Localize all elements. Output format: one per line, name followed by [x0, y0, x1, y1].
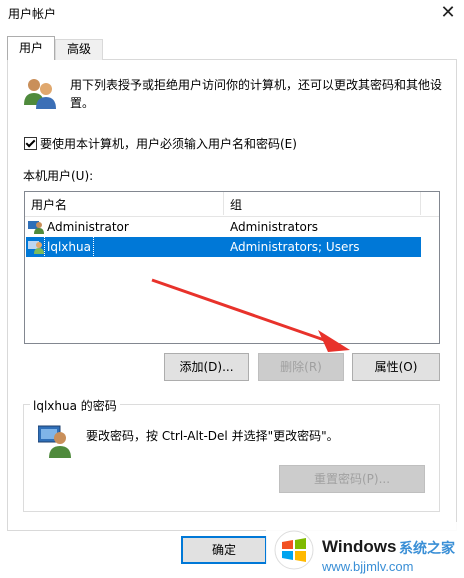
table-row[interactable]: Administrator Administrators — [26, 217, 421, 237]
delete-button[interactable]: 删除(R) — [258, 353, 344, 381]
user-icon — [28, 221, 44, 234]
password-group-title: lqlxhua 的密码 — [30, 397, 120, 414]
users-list[interactable]: 用户名 组 Administrator Administrators lqlxh… — [24, 191, 440, 344]
column-divider[interactable] — [223, 192, 224, 215]
tab-advanced[interactable]: 高级 — [55, 39, 103, 60]
table-row-selected[interactable]: lqlxhua Administrators; Users — [26, 236, 421, 258]
list-header: 用户名 组 — [25, 192, 439, 217]
password-group-box — [23, 404, 440, 512]
close-icon[interactable]: ✕ — [436, 1, 460, 25]
column-divider[interactable] — [420, 192, 421, 215]
add-button[interactable]: 添加(D)... — [164, 353, 249, 381]
watermark: Windows 系统之家 www.bjjmlv.com — [266, 522, 464, 578]
column-header-group[interactable]: 组 — [230, 196, 242, 213]
row-group: Administrators — [230, 220, 319, 234]
row-username: Administrator — [47, 220, 129, 234]
tab-users[interactable]: 用户 — [7, 36, 55, 60]
title-bar: 用户帐户 ✕ — [0, 0, 464, 30]
users-icon — [24, 79, 56, 109]
local-users-label: 本机用户(U): — [23, 169, 94, 183]
user-password-icon — [38, 425, 71, 458]
row-username: lqlxhua — [44, 236, 94, 258]
require-login-checkbox[interactable] — [24, 137, 37, 150]
watermark-site-name: 系统之家 — [399, 541, 455, 557]
watermark-brand: Windows — [322, 537, 397, 556]
ok-button[interactable]: 确定 — [181, 536, 267, 564]
windows-logo-icon — [274, 530, 314, 570]
require-login-label[interactable]: 要使用本计算机，用户必须输入用户名和密码(E) — [40, 135, 297, 152]
column-header-username[interactable]: 用户名 — [31, 196, 67, 213]
row-group: Administrators; Users — [230, 240, 360, 254]
user-icon — [28, 241, 44, 254]
description-text: 用下列表授予或拒绝用户访问你的计算机，还可以更改其密码和其他设置。 — [70, 78, 443, 110]
watermark-url: www.bjjmlv.com — [322, 559, 414, 574]
reset-password-button[interactable]: 重置密码(P)... — [279, 465, 425, 493]
password-instructions: 要改密码，按 Ctrl-Alt-Del 并选择"更改密码"。 — [86, 429, 339, 443]
properties-button[interactable]: 属性(O) — [352, 353, 440, 381]
window-title: 用户帐户 — [8, 7, 57, 21]
